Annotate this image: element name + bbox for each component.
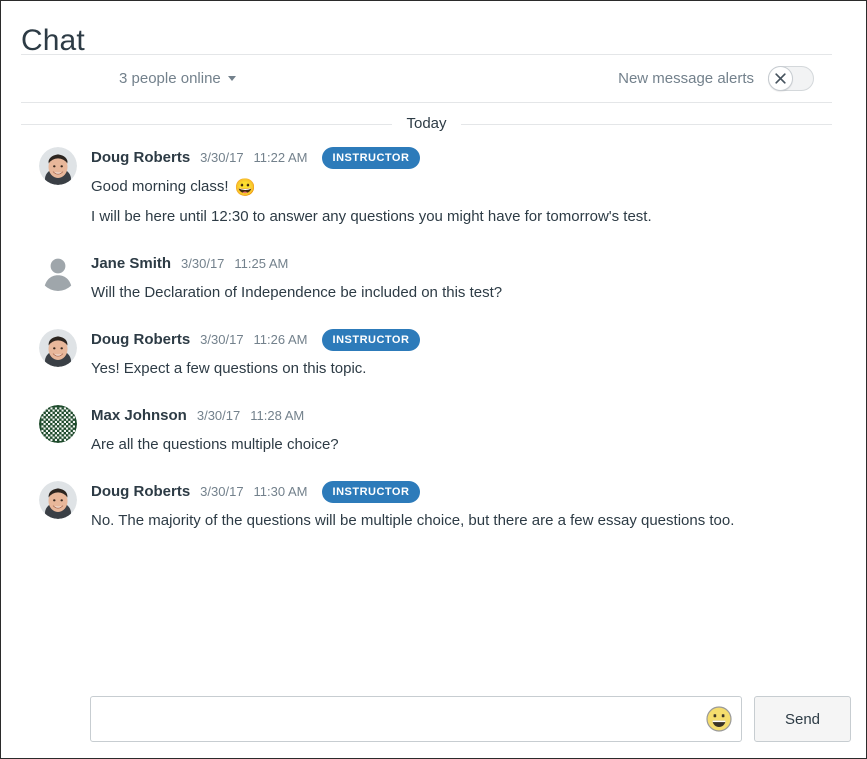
message-item: Doug Roberts 3/30/17 11:26 AM INSTRUCTOR… bbox=[21, 327, 832, 380]
toggle-knob bbox=[768, 66, 793, 91]
toolbar-right-group: New message alerts bbox=[618, 66, 832, 91]
avatar[interactable] bbox=[39, 327, 77, 367]
message-header: Doug Roberts 3/30/17 11:30 AM INSTRUCTOR bbox=[91, 480, 832, 504]
identicon-avatar-icon bbox=[39, 405, 77, 443]
message-date: 3/30/17 bbox=[200, 484, 244, 499]
message-item: Max Johnson 3/30/17 11:28 AM Are all the… bbox=[21, 403, 832, 456]
smiley-face-icon bbox=[706, 706, 732, 732]
message-item: Doug Roberts 3/30/17 11:30 AM INSTRUCTOR… bbox=[21, 479, 832, 532]
close-x-icon bbox=[775, 73, 786, 84]
message-text-content: Good morning class! bbox=[91, 178, 229, 195]
message-text: Good morning class! 😀 bbox=[91, 176, 832, 198]
message-body: Doug Roberts 3/30/17 11:26 AM INSTRUCTOR… bbox=[91, 327, 832, 380]
chat-window: Chat 3 people online New message alerts bbox=[0, 0, 867, 759]
message-header: Jane Smith 3/30/17 11:25 AM bbox=[91, 252, 832, 276]
chat-toolbar: 3 people online New message alerts bbox=[2, 55, 851, 102]
message-author: Doug Roberts bbox=[91, 483, 191, 500]
day-divider-label: Today bbox=[406, 115, 447, 132]
people-online-label: 3 people online bbox=[119, 69, 221, 87]
new-message-alerts-label: New message alerts bbox=[618, 69, 754, 87]
day-divider: Today bbox=[21, 103, 832, 145]
message-item: Doug Roberts 3/30/17 11:22 AM INSTRUCTOR… bbox=[21, 145, 832, 228]
status-badge: INSTRUCTOR bbox=[321, 329, 421, 351]
message-body: Doug Roberts 3/30/17 11:30 AM INSTRUCTOR… bbox=[91, 479, 832, 532]
message-time: 11:25 AM bbox=[234, 256, 289, 271]
chevron-down-icon bbox=[227, 76, 236, 81]
emoji-picker-button[interactable] bbox=[706, 706, 732, 732]
message-author: Jane Smith bbox=[91, 255, 172, 272]
message-text: Are all the questions multiple choice? bbox=[91, 436, 339, 453]
message-item: Jane Smith 3/30/17 11:25 AM Will the Dec… bbox=[21, 251, 832, 304]
message-time: 11:26 AM bbox=[253, 332, 308, 347]
user-photo-avatar-icon bbox=[39, 329, 77, 367]
message-header: Max Johnson 3/30/17 11:28 AM bbox=[91, 404, 832, 428]
message-date: 3/30/17 bbox=[196, 408, 241, 423]
message-header: Doug Roberts 3/30/17 11:22 AM INSTRUCTOR bbox=[91, 146, 832, 170]
default-user-silhouette-icon bbox=[43, 258, 73, 291]
message-text: No. The majority of the questions will b… bbox=[91, 512, 735, 529]
message-body: Doug Roberts 3/30/17 11:22 AM INSTRUCTOR… bbox=[91, 145, 832, 228]
grinning-face-emoji-icon: 😀 bbox=[234, 177, 256, 197]
user-photo-avatar-icon bbox=[39, 147, 77, 185]
chat-header: Chat bbox=[2, 2, 851, 57]
message-text: Yes! Expect a few questions on this topi… bbox=[91, 360, 367, 377]
message-input[interactable] bbox=[90, 696, 742, 742]
message-date: 3/30/17 bbox=[200, 150, 244, 165]
message-author: Doug Roberts bbox=[91, 331, 191, 348]
day-divider-line-left bbox=[21, 123, 393, 125]
user-photo-avatar-icon bbox=[39, 481, 77, 519]
send-button[interactable]: Send bbox=[754, 696, 851, 742]
avatar[interactable] bbox=[39, 251, 77, 291]
chat-panel: Chat 3 people online New message alerts bbox=[2, 2, 851, 758]
day-divider-line-right bbox=[460, 123, 832, 125]
people-online-dropdown[interactable]: 3 people online bbox=[119, 70, 236, 88]
message-header: Doug Roberts 3/30/17 11:26 AM INSTRUCTOR bbox=[91, 328, 832, 352]
messages-area[interactable]: Today Doug Roberts 3/30/17 11:22 AM INST… bbox=[2, 103, 851, 532]
new-message-alerts-toggle[interactable] bbox=[768, 66, 814, 91]
message-composer: Send bbox=[2, 696, 851, 758]
avatar[interactable] bbox=[39, 145, 77, 185]
status-badge: INSTRUCTOR bbox=[321, 481, 421, 503]
status-badge: INSTRUCTOR bbox=[321, 147, 421, 169]
message-author: Max Johnson bbox=[91, 407, 187, 424]
message-author: Doug Roberts bbox=[91, 149, 191, 166]
toolbar-left-group: 3 people online bbox=[21, 70, 236, 88]
message-text: Will the Declaration of Independence be … bbox=[91, 284, 503, 301]
message-time: 11:28 AM bbox=[250, 408, 305, 423]
message-time: 11:30 AM bbox=[253, 484, 308, 499]
message-body: Max Johnson 3/30/17 11:28 AM Are all the… bbox=[91, 403, 832, 456]
avatar[interactable] bbox=[39, 403, 77, 443]
avatar[interactable] bbox=[39, 479, 77, 519]
message-date: 3/30/17 bbox=[200, 332, 244, 347]
page-title: Chat bbox=[21, 24, 85, 57]
composer-input-wrap bbox=[90, 696, 742, 742]
message-body: Jane Smith 3/30/17 11:25 AM Will the Dec… bbox=[91, 251, 832, 304]
message-date: 3/30/17 bbox=[181, 256, 225, 271]
message-text: I will be here until 12:30 to answer any… bbox=[91, 208, 652, 225]
message-time: 11:22 AM bbox=[253, 150, 308, 165]
